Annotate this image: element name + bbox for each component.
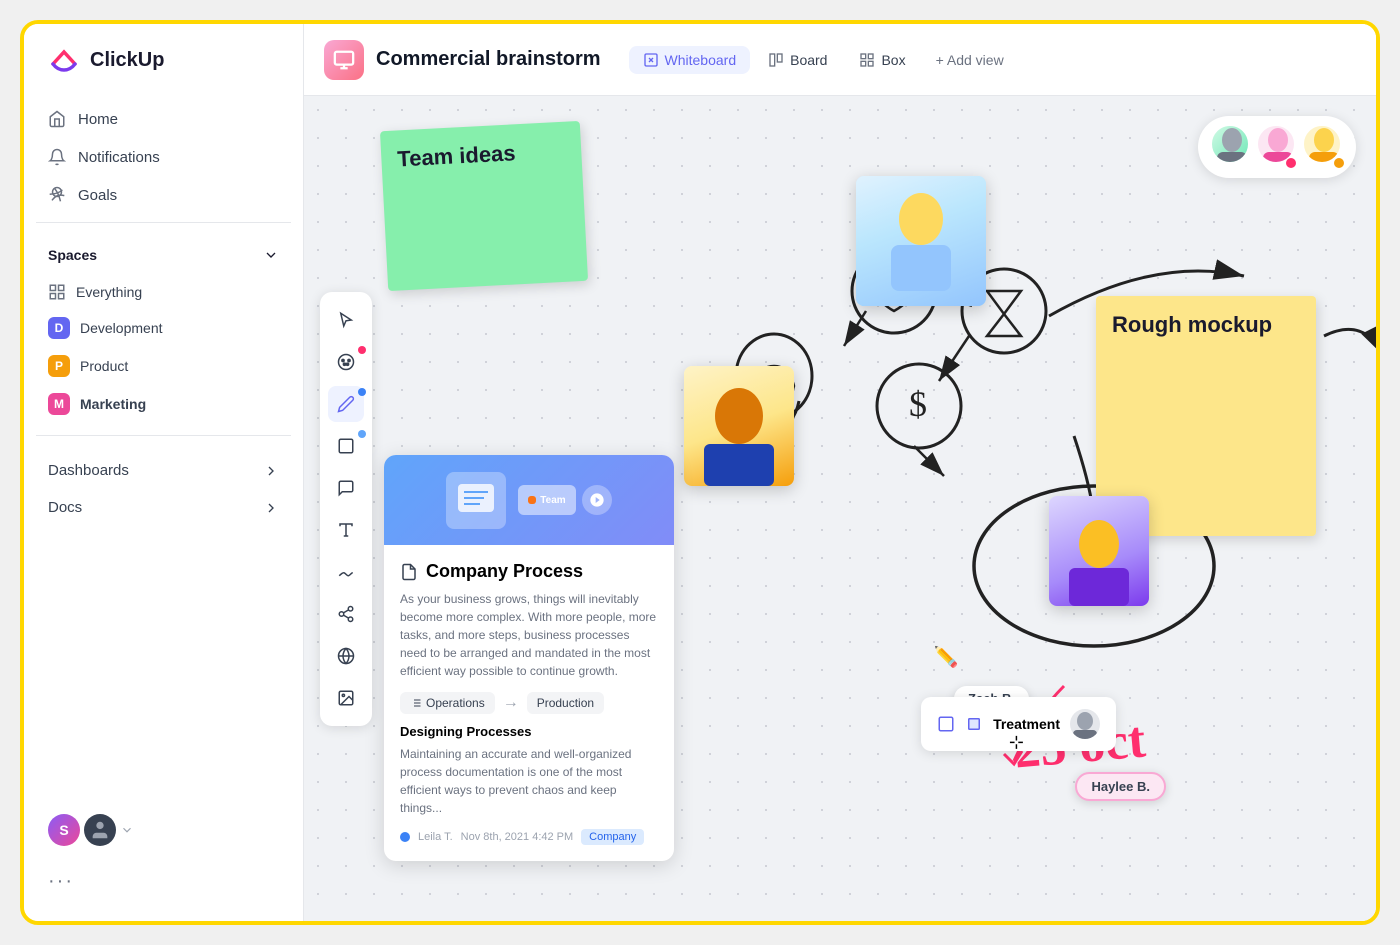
tool-note[interactable] — [328, 470, 364, 506]
development-label: Development — [80, 320, 163, 336]
doc-tags: Operations → Production — [400, 692, 658, 714]
goals-label: Goals — [78, 187, 117, 204]
sidebar-item-everything[interactable]: Everything — [36, 275, 291, 309]
notifications-label: Notifications — [78, 149, 160, 166]
company-badge: Company — [581, 829, 644, 845]
avatar-s: S — [48, 814, 80, 846]
sidebar-item-goals[interactable]: Goals — [36, 176, 291, 214]
more-button[interactable]: ··· — [24, 862, 303, 901]
tool-pencil[interactable] — [328, 386, 364, 422]
doc-section-title: Designing Processes — [400, 724, 658, 739]
sidebar-item-notifications[interactable]: Notifications — [36, 138, 291, 176]
spaces-toggle[interactable]: Spaces — [48, 247, 279, 263]
person-photo-3 — [1049, 496, 1149, 606]
marketing-badge: M — [48, 393, 70, 415]
rough-mockup-text: Rough mockup — [1112, 312, 1300, 338]
tab-board[interactable]: Board — [754, 46, 841, 74]
logo-text: ClickUp — [90, 49, 164, 72]
sidebar-navigation: Home Notifications Goals — [24, 100, 303, 214]
spaces-section-header: Spaces — [24, 231, 303, 271]
tool-square[interactable] — [328, 428, 364, 464]
sidebar-footer[interactable]: S — [24, 798, 303, 862]
product-label: Product — [80, 358, 128, 374]
doc-tag-operations: Operations — [400, 692, 495, 714]
tool-palette[interactable] — [328, 344, 364, 380]
logo[interactable]: ClickUp — [24, 44, 303, 100]
sidebar-item-home[interactable]: Home — [36, 100, 291, 138]
doc-card-body: Company Process As your business grows, … — [384, 545, 674, 861]
tab-whiteboard[interactable]: Whiteboard — [629, 46, 751, 74]
product-badge: P — [48, 355, 70, 377]
tool-share[interactable] — [328, 596, 364, 632]
add-view-button[interactable]: + Add view — [924, 46, 1016, 74]
sticky-note-team-ideas[interactable]: Team ideas — [380, 121, 588, 291]
person-photo-1 — [856, 176, 986, 306]
dashboards-docs-section: Dashboards Docs — [24, 444, 303, 534]
doc-section-desc: Maintaining an accurate and well-organiz… — [400, 745, 658, 817]
tool-text[interactable] — [328, 512, 364, 548]
whiteboard-toolbar — [320, 292, 372, 726]
person-photo-2 — [684, 366, 794, 486]
view-tabs: Whiteboard Board Box + Add view — [629, 46, 1016, 74]
sidebar-item-development[interactable]: D Development — [36, 309, 291, 347]
home-label: Home — [78, 111, 118, 128]
sticky-note-text: Team ideas — [397, 138, 566, 173]
doc-title: Company Process — [400, 561, 658, 582]
pencil-cursor-icon: ✏️ — [934, 644, 959, 669]
doc-tag-production: Production — [527, 692, 604, 714]
development-badge: D — [48, 317, 70, 339]
sidebar: ClickUp Home Notifications Goals Spaces — [24, 24, 304, 921]
task-label: Treatment — [993, 716, 1060, 732]
everything-label: Everything — [76, 284, 142, 300]
board-tab-label: Board — [790, 52, 827, 68]
sidebar-item-docs[interactable]: Docs — [36, 489, 291, 526]
box-tab-label: Box — [881, 52, 905, 68]
svg-text:$: $ — [909, 384, 927, 424]
page-icon — [324, 40, 364, 80]
move-cursor-icon: ⊹ — [1009, 732, 1024, 753]
sidebar-item-marketing[interactable]: M Marketing — [36, 385, 291, 423]
tool-cursor[interactable] — [328, 302, 364, 338]
page-title: Commercial brainstorm — [376, 48, 601, 71]
task-avatar — [1070, 709, 1100, 739]
marketing-label: Marketing — [80, 396, 146, 412]
topbar: Commercial brainstorm Whiteboard Board B… — [304, 24, 1376, 96]
collaborators-panel — [1198, 116, 1356, 178]
sidebar-item-product[interactable]: P Product — [36, 347, 291, 385]
doc-footer: Leila T. Nov 8th, 2021 4:42 PM Company — [400, 829, 658, 845]
sidebar-item-dashboards[interactable]: Dashboards — [36, 452, 291, 489]
author-dot — [400, 832, 410, 842]
tab-box[interactable]: Box — [845, 46, 919, 74]
whiteboard-canvas[interactable]: $ — [304, 96, 1376, 921]
doc-card-company-process[interactable]: Team Company Process As your business g — [384, 455, 674, 861]
main-content: Commercial brainstorm Whiteboard Board B… — [304, 24, 1376, 921]
user-badge-haylee: Haylee B. — [1075, 772, 1166, 801]
tool-signature[interactable] — [328, 554, 364, 590]
collaborator-avatar-1 — [1210, 124, 1250, 164]
tool-image[interactable] — [328, 680, 364, 716]
doc-description: As your business grows, things will inev… — [400, 590, 658, 680]
spaces-list: Everything D Development P Product M Mar… — [24, 271, 303, 427]
avatar-d — [84, 814, 116, 846]
doc-card-header: Team — [384, 455, 674, 545]
tool-globe[interactable] — [328, 638, 364, 674]
whiteboard-tab-label: Whiteboard — [665, 52, 737, 68]
